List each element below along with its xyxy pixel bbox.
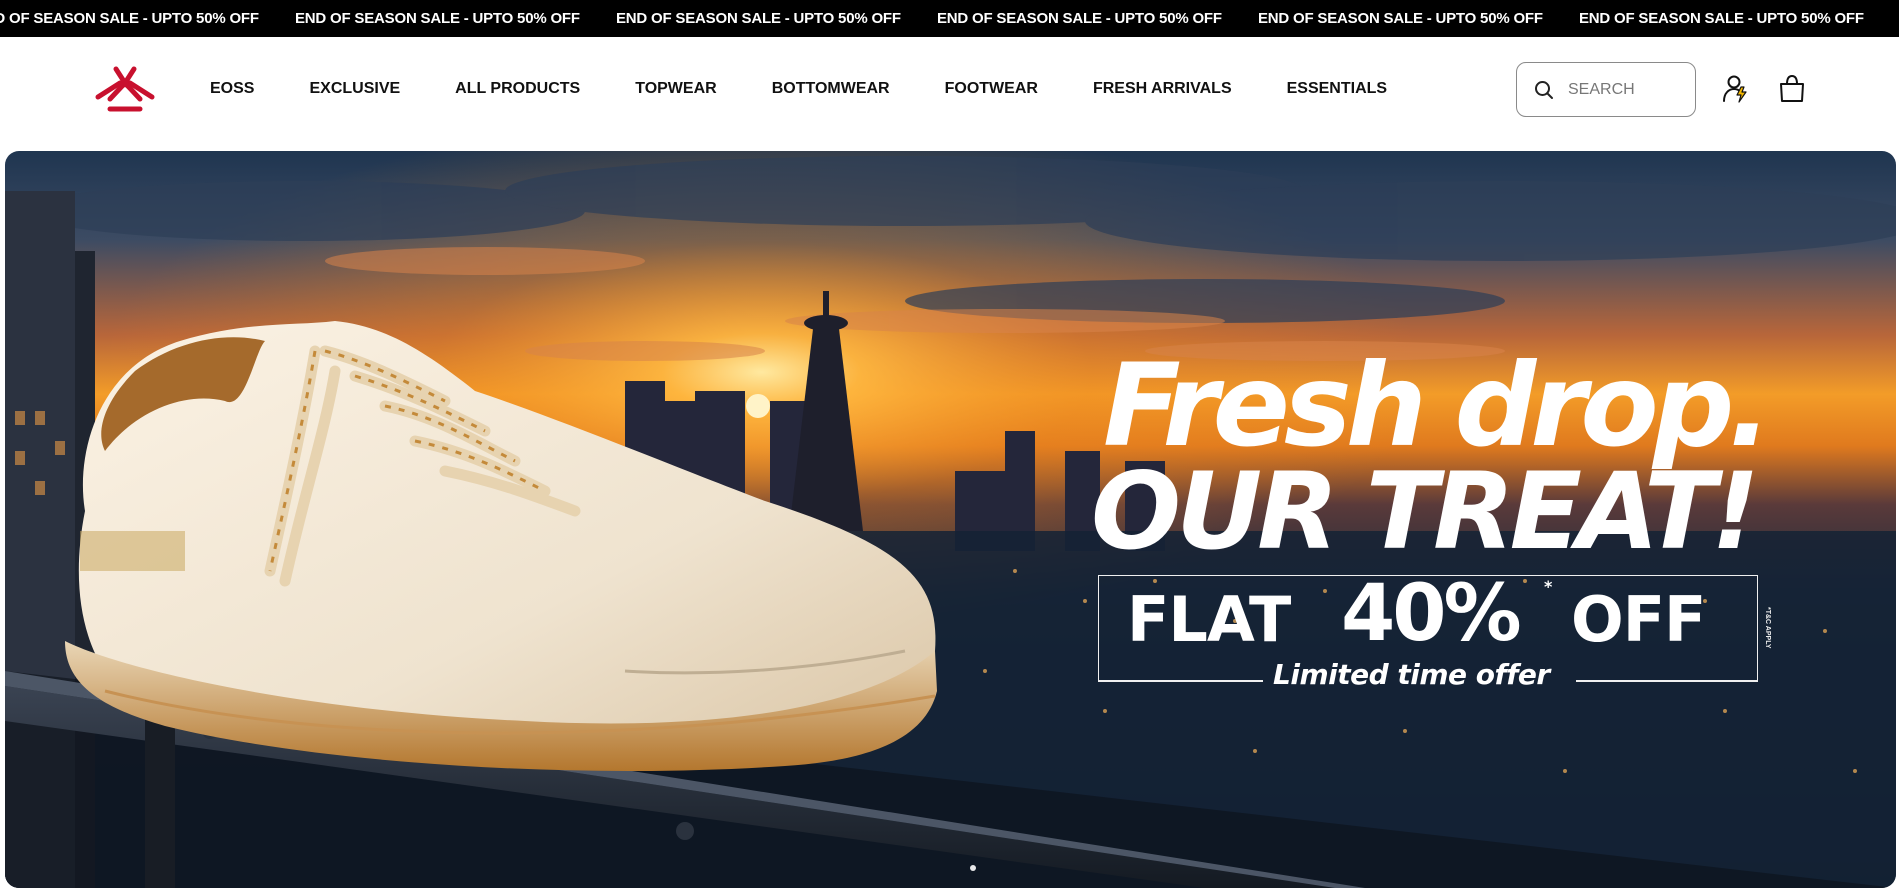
announcement-text: END OF SEASON SALE - UPTO 50% OFF — [295, 10, 580, 27]
nav-item-all-products[interactable]: ALL PRODUCTS — [455, 80, 580, 98]
offer-frame-divider-right — [1576, 680, 1758, 682]
carousel-dot[interactable] — [970, 865, 976, 871]
shopping-bag-icon — [1780, 74, 1804, 102]
search-icon[interactable] — [1534, 80, 1554, 100]
hero-headline-line1: Fresh drop. — [1103, 339, 1772, 472]
terms-note: *T&C APPLY — [1764, 607, 1771, 649]
announcement-text: END OF SEASON SALE - UPTO 50% OFF — [937, 10, 1222, 27]
offer-subtitle: Limited time offer — [1273, 658, 1550, 691]
hero-banner[interactable]: Fresh drop. OUR TREAT! FLAT 40% * OFF Li… — [5, 151, 1896, 888]
carousel-indicators — [967, 865, 979, 871]
offer-off-text: OFF — [1571, 583, 1706, 656]
announcement-text: END OF SEASON SALE - UPTO 50% OFF — [1258, 10, 1543, 27]
announcement-text: END OF SEASON SALE - UPTO 50% OFF — [0, 10, 259, 27]
nav-item-exclusive[interactable]: EXCLUSIVE — [309, 80, 400, 98]
cart-button[interactable] — [1776, 73, 1808, 105]
user-icon — [1723, 75, 1747, 103]
nav-item-bottomwear[interactable]: BOTTOMWEAR — [772, 80, 890, 98]
announcement-text: END OF SEASON SALE - UPTO 50% OFF — [616, 10, 901, 27]
brand-logo[interactable] — [94, 65, 156, 119]
account-button[interactable] — [1720, 73, 1752, 105]
offer-percent: 40% — [1341, 569, 1522, 659]
offer-frame-divider-left — [1098, 680, 1263, 682]
nav-item-fresh-arrivals[interactable]: FRESH ARRIVALS — [1093, 80, 1232, 98]
nav-item-topwear[interactable]: TOPWEAR — [635, 80, 716, 98]
hero-headline-line2: OUR TREAT! — [1091, 450, 1760, 573]
nav-item-footwear[interactable]: FOOTWEAR — [945, 80, 1038, 98]
site-header: EOSS EXCLUSIVE ALL PRODUCTS TOPWEAR BOTT… — [0, 37, 1899, 151]
brand-logo-icon — [95, 66, 155, 112]
main-nav: EOSS EXCLUSIVE ALL PRODUCTS TOPWEAR BOTT… — [210, 80, 1387, 98]
offer-asterisk: * — [1544, 577, 1553, 596]
offer-flat-text: FLAT — [1127, 583, 1291, 656]
announcement-bar: END OF SEASON SALE - UPTO 50% OFF END OF… — [0, 0, 1899, 37]
nav-item-eoss[interactable]: EOSS — [210, 80, 254, 98]
nav-item-essentials[interactable]: ESSENTIALS — [1287, 80, 1387, 98]
search-box[interactable] — [1516, 62, 1696, 117]
announcement-text: END OF SEASON SALE - UPTO 50% OFF — [1579, 10, 1864, 27]
search-input[interactable] — [1568, 80, 1688, 99]
announcement-track: END OF SEASON SALE - UPTO 50% OFF END OF… — [0, 0, 1899, 37]
